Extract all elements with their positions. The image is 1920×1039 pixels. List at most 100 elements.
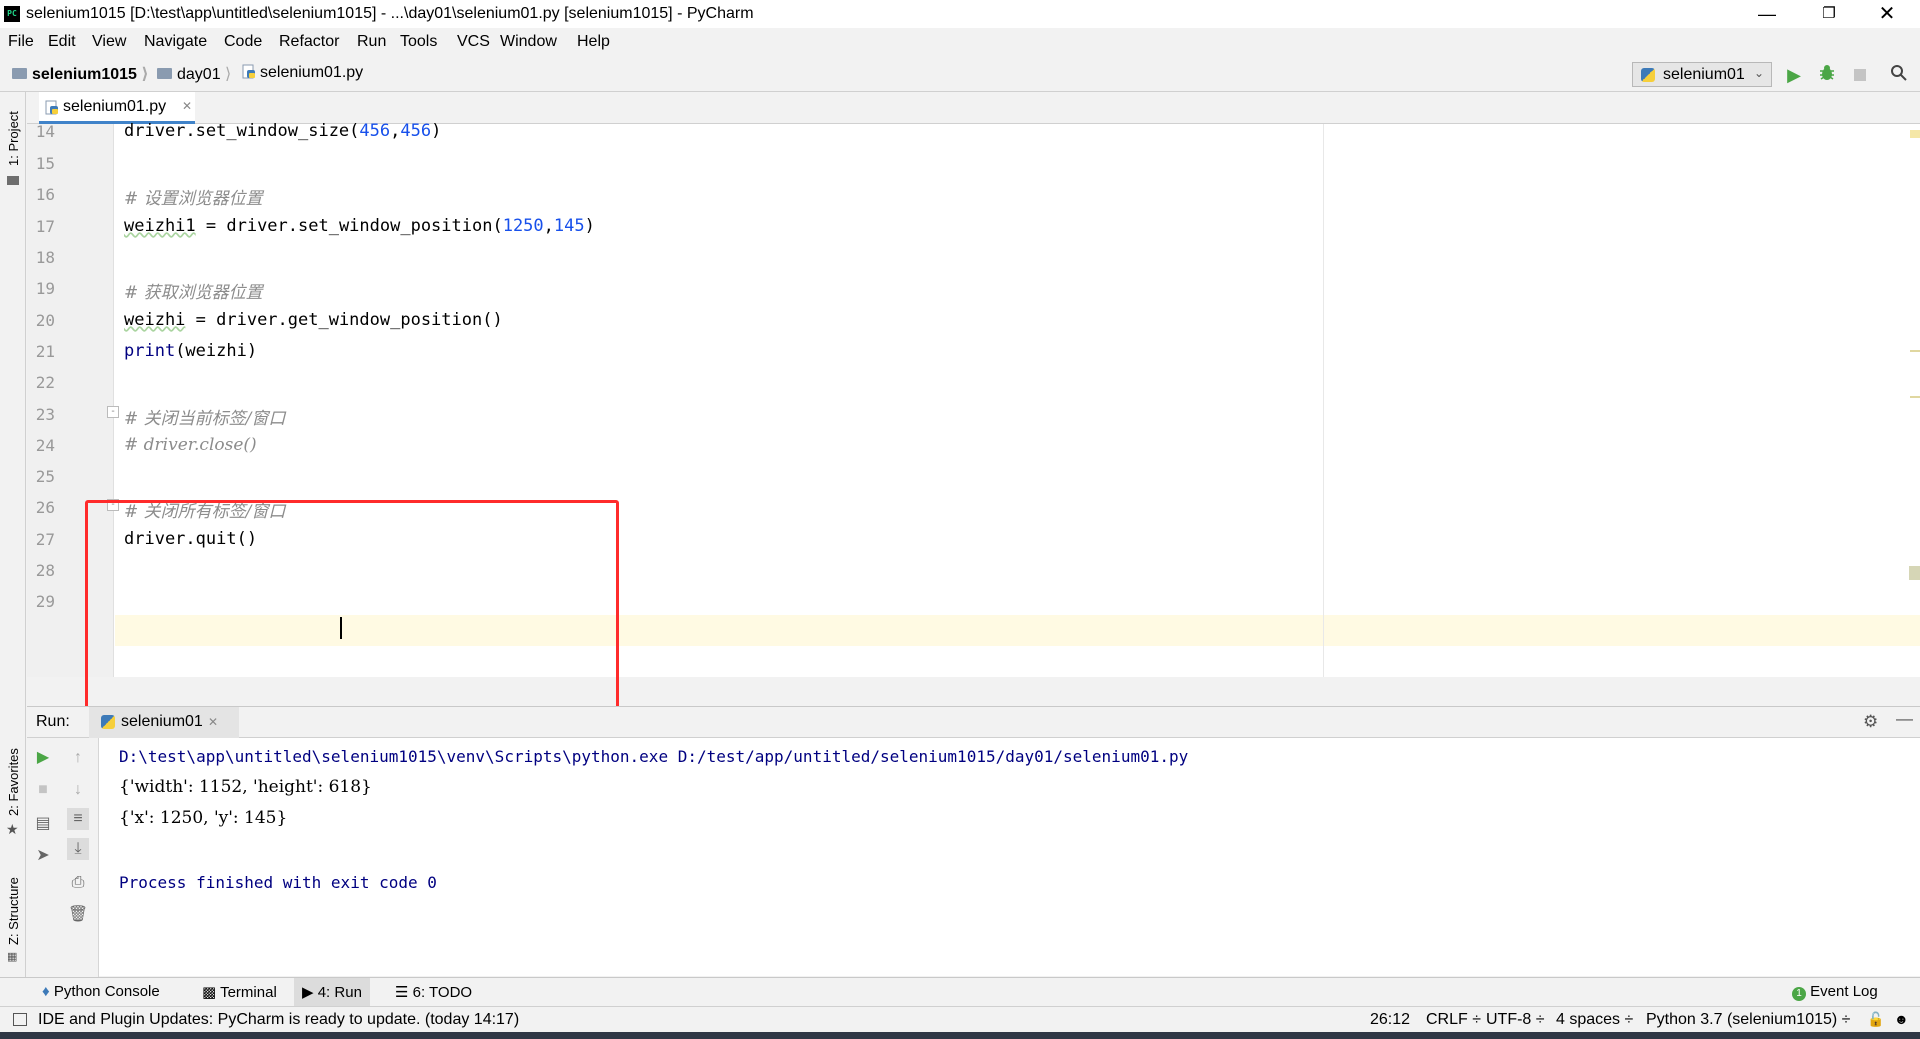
line-number: 14 [35,122,55,141]
file-encoding[interactable]: UTF-8 ÷ [1486,1011,1545,1029]
code-line: # 获取浏览器位置 [124,283,263,303]
close-tab-icon[interactable]: ✕ [182,99,192,113]
code-line: weizhi1 = driver.set_window_position(125… [124,216,595,236]
navigation-bar: selenium1015 ⟩ day01 ⟩ selenium01.py sel… [0,56,1920,92]
line-number: 16 [35,185,55,204]
caret-position[interactable]: 26:12 [1370,1011,1410,1029]
run-panel-label: Run: [36,713,70,730]
line-number: 19 [35,279,55,298]
highlight-annotation-box [85,500,619,709]
notification-icon[interactable] [13,1013,27,1026]
search-icon[interactable] [1888,64,1910,86]
restore-button[interactable]: ❐ [1806,0,1852,28]
breadcrumb-file[interactable]: selenium01.py [242,64,363,82]
run-toolbar: ▶ ■ ▤ ➤ ↑ ↓ ≡ ⤓ ⎙ 🗑 [27,738,99,977]
console-output-line: {'x': 1250, 'y': 145} [119,808,288,828]
menu-refactor[interactable]: Refactor [279,33,339,51]
project-tool-tab[interactable]: 1: Project [6,111,21,166]
star-icon: ★ [6,821,19,837]
gear-icon[interactable]: ⚙ [1863,712,1878,732]
python-icon: ♦ [42,983,50,1000]
favorites-tool-tab[interactable]: 2: Favorites [6,748,21,816]
menu-edit[interactable]: Edit [48,33,76,51]
layout-icon[interactable]: ▤ [32,813,54,835]
python-file-icon [45,100,58,115]
line-number: 20 [35,311,55,330]
trash-icon[interactable]: 🗑 [67,904,89,926]
structure-icon: ▦ [7,951,18,963]
fold-marker-icon[interactable]: - [107,406,119,418]
stop-icon[interactable]: ■ [32,779,54,801]
lock-icon[interactable]: 🔓 [1867,1011,1884,1028]
run-icon: ▶ [302,984,314,1001]
structure-tool-tab[interactable]: Z: Structure [6,877,21,945]
menu-window[interactable]: Window [500,33,557,51]
list-icon: ☰ [395,984,409,1001]
code-line: # 关闭当前标签/窗口 [124,409,286,429]
close-tab-icon[interactable]: ✕ [208,715,218,729]
event-log-icon: 1 [1792,987,1806,1001]
minimize-button[interactable]: — [1744,0,1790,28]
console-exit-message: Process finished with exit code 0 [119,873,437,892]
folder-icon [7,176,19,185]
inspector-icon[interactable]: ☻ [1894,1011,1909,1027]
breadcrumb-project[interactable]: selenium1015 ⟩ [12,64,149,84]
stop-icon[interactable] [1849,64,1871,86]
run-tool-tab[interactable]: ▶ 4: Run [294,978,370,1007]
chevron-down-icon: ⌄ [1753,66,1764,80]
line-number: 15 [35,154,55,173]
pin-icon[interactable]: ➤ [32,845,54,867]
terminal-icon: ▩ [202,984,217,1001]
hide-panel-icon[interactable]: — [1896,709,1913,729]
menu-view[interactable]: View [92,33,126,51]
line-number: 24 [35,436,55,455]
run-icon[interactable]: ▶ [1783,64,1805,86]
close-window-button[interactable]: ✕ [1864,0,1910,28]
menu-tools[interactable]: Tools [400,33,437,51]
scroll-to-end-icon[interactable]: ⤓ [67,838,89,860]
folder-icon [157,68,172,80]
scroll-thumb[interactable] [1909,566,1920,580]
menu-navigate[interactable]: Navigate [144,33,207,51]
menu-vcs[interactable]: VCS [457,33,490,51]
arrow-down-icon[interactable]: ↓ [67,779,89,801]
editor-tab-selenium01[interactable]: selenium01.py ✕ [39,92,195,124]
run-tool-window: Run: selenium01 ✕ ⚙ — ▶ ■ ▤ ➤ ↑ ↓ ≡ ⤓ ⎙ … [27,706,1920,977]
code-line: weizhi = driver.get_window_position() [124,310,503,330]
line-number: 27 [35,530,55,549]
soft-wrap-icon[interactable]: ≡ [67,808,89,830]
menu-bar: File Edit View Navigate Code Refactor Ru… [0,28,1920,56]
code-line: # 设置浏览器位置 [124,189,263,209]
run-configuration-selector[interactable]: selenium01 ⌄ [1632,62,1772,87]
line-number: 21 [35,342,55,361]
bottom-tool-tabs: ♦ Python Console ▩ Terminal ▶ 4: Run ☰ 6… [0,977,1920,1007]
terminal-tab[interactable]: ▩ Terminal [202,983,277,1001]
line-number: 26 [35,498,55,517]
status-bar: IDE and Plugin Updates: PyCharm is ready… [0,1006,1920,1032]
editor-scrollbar[interactable] [1908,124,1920,677]
breadcrumb-folder[interactable]: day01 ⟩ [157,64,231,84]
line-separator[interactable]: CRLF ÷ [1426,1011,1481,1029]
indentation[interactable]: 4 spaces ÷ [1556,1011,1633,1029]
folder-icon [12,68,27,80]
menu-file[interactable]: File [8,33,34,51]
status-message[interactable]: IDE and Plugin Updates: PyCharm is ready… [38,1011,519,1029]
menu-run[interactable]: Run [357,33,386,51]
line-number: 17 [35,217,55,236]
arrow-up-icon[interactable]: ↑ [67,747,89,769]
python-interpreter[interactable]: Python 3.7 (selenium1015) ÷ [1646,1011,1850,1029]
print-icon[interactable]: ⎙ [67,872,89,894]
debug-icon[interactable] [1816,64,1838,86]
console-command-line: D:\test\app\untitled\selenium1015\venv\S… [119,747,1189,766]
python-icon [101,715,115,729]
line-number: 29 [35,592,55,611]
warning-marker [1910,130,1920,138]
code-editor[interactable]: 14 15 16 17 18 19 20 21 22 23 24 25 26 2… [27,121,1920,709]
run-tab-selenium01[interactable]: selenium01 ✕ [89,707,239,738]
menu-code[interactable]: Code [224,33,262,51]
python-console-tab[interactable]: ♦ Python Console [42,983,160,1000]
menu-help[interactable]: Help [577,33,610,51]
event-log-tab[interactable]: 1 Event Log [1792,983,1878,1001]
todo-tab[interactable]: ☰ 6: TODO [395,983,472,1001]
rerun-icon[interactable]: ▶ [32,747,54,769]
